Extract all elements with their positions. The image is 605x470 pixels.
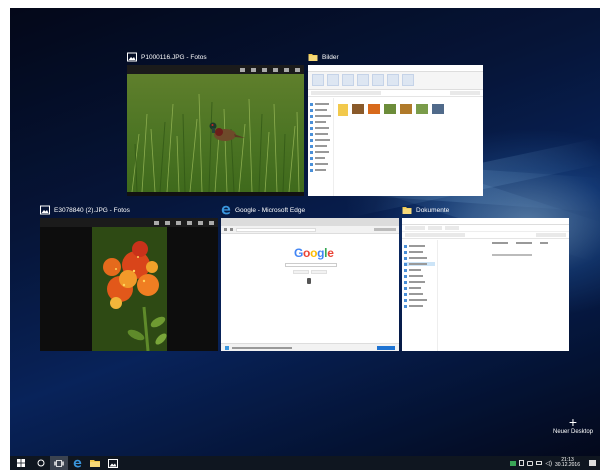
google-search-input[interactable]: [285, 263, 337, 267]
photo-toolbar: [40, 218, 218, 227]
network-icon[interactable]: [527, 460, 534, 466]
edge-icon: [221, 205, 231, 215]
display-icon[interactable]: [536, 461, 543, 465]
feeling-lucky-button[interactable]: [311, 270, 327, 274]
taskbar-edge-button[interactable]: [68, 456, 86, 470]
start-button[interactable]: [10, 456, 32, 470]
window-title: Bilder: [322, 53, 339, 61]
window-title: E3078840 (2).JPG - Fotos: [54, 206, 130, 214]
taskbar-photos-button[interactable]: [104, 456, 122, 470]
window-title: Dokumente: [416, 206, 450, 214]
window-thumbnail-bilder[interactable]: Bilder: [308, 50, 493, 196]
task-view-button[interactable]: [50, 456, 68, 470]
cortana-icon: [37, 459, 45, 467]
plus-icon: +: [568, 414, 578, 430]
clock[interactable]: 21:13 30.12.2016: [554, 457, 580, 469]
app-tray-icon[interactable]: [510, 460, 517, 466]
window-content: [40, 218, 218, 351]
google-search-button[interactable]: [293, 270, 309, 274]
folder-icon: [402, 207, 412, 214]
notification-icon[interactable]: [589, 460, 596, 466]
window-thumbnail-edge[interactable]: Google - Microsoft Edge Google: [221, 203, 399, 351]
window-thumbnail-dokumente[interactable]: Dokumente: [402, 203, 577, 351]
window-content: Google: [221, 218, 399, 351]
mic-icon: [307, 278, 311, 284]
photo-toolbar: [127, 65, 304, 74]
cortana-button[interactable]: [32, 456, 50, 470]
task-view-desktop: P1000116.JPG - Fotos Bilder E3078840 (2)…: [10, 8, 600, 456]
system-tray: ◁) 21:13 30.12.2016: [510, 456, 600, 470]
window-title-bar: E3078840 (2).JPG - Fotos: [40, 203, 130, 217]
battery-icon[interactable]: [519, 460, 525, 466]
photos-icon: [127, 52, 137, 62]
volume-icon[interactable]: ◁): [545, 460, 552, 467]
window-title-bar: Bilder: [308, 50, 339, 64]
photos-icon: [40, 205, 50, 215]
window-thumbnail-photo2[interactable]: E3078840 (2).JPG - Fotos: [40, 203, 218, 351]
photos-icon: [108, 458, 118, 468]
edge-icon: [73, 459, 81, 467]
clock-date: 30.12.2016: [554, 462, 580, 468]
window-content: [402, 218, 569, 351]
folder-icon: [308, 54, 318, 61]
window-title-bar: P1000116.JPG - Fotos: [127, 50, 207, 64]
task-view-icon: [54, 459, 64, 467]
flower-photo: [40, 227, 218, 351]
window-thumbnail-photo1[interactable]: P1000116.JPG - Fotos: [127, 50, 304, 196]
start-icon: [17, 459, 25, 467]
taskbar-explorer-button[interactable]: [86, 456, 104, 470]
window-title: Google - Microsoft Edge: [235, 206, 306, 214]
window-content: [308, 65, 483, 196]
new-desktop-button[interactable]: + Neuer Desktop: [550, 414, 596, 435]
window-content: [127, 65, 304, 196]
window-title: P1000116.JPG - Fotos: [141, 53, 207, 61]
google-logo: Google: [294, 246, 334, 260]
file-explorer-icon: [90, 460, 100, 467]
window-title-bar: Dokumente: [402, 203, 449, 217]
new-desktop-label: Neuer Desktop: [552, 429, 594, 435]
taskbar: ◁) 21:13 30.12.2016: [10, 456, 600, 470]
screen-frame: P1000116.JPG - Fotos Bilder E3078840 (2)…: [0, 0, 605, 470]
grass-photo: [127, 74, 304, 193]
window-title-bar: Google - Microsoft Edge: [221, 203, 305, 217]
